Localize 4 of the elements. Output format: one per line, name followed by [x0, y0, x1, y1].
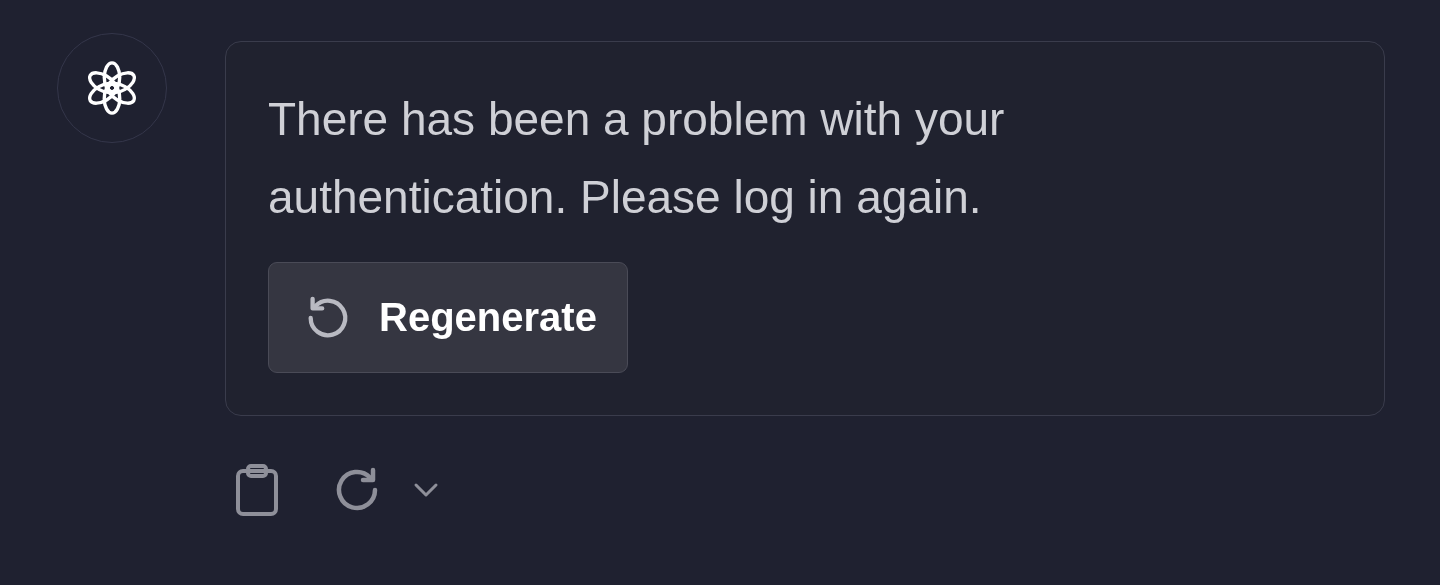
message-text: There has been a problem with your authentication. Please log in again.	[268, 92, 1006, 225]
clipboard-icon[interactable]	[235, 464, 279, 516]
regenerate-button[interactable]: Regenerate	[268, 262, 628, 373]
chevron-down-icon[interactable]	[413, 482, 439, 498]
